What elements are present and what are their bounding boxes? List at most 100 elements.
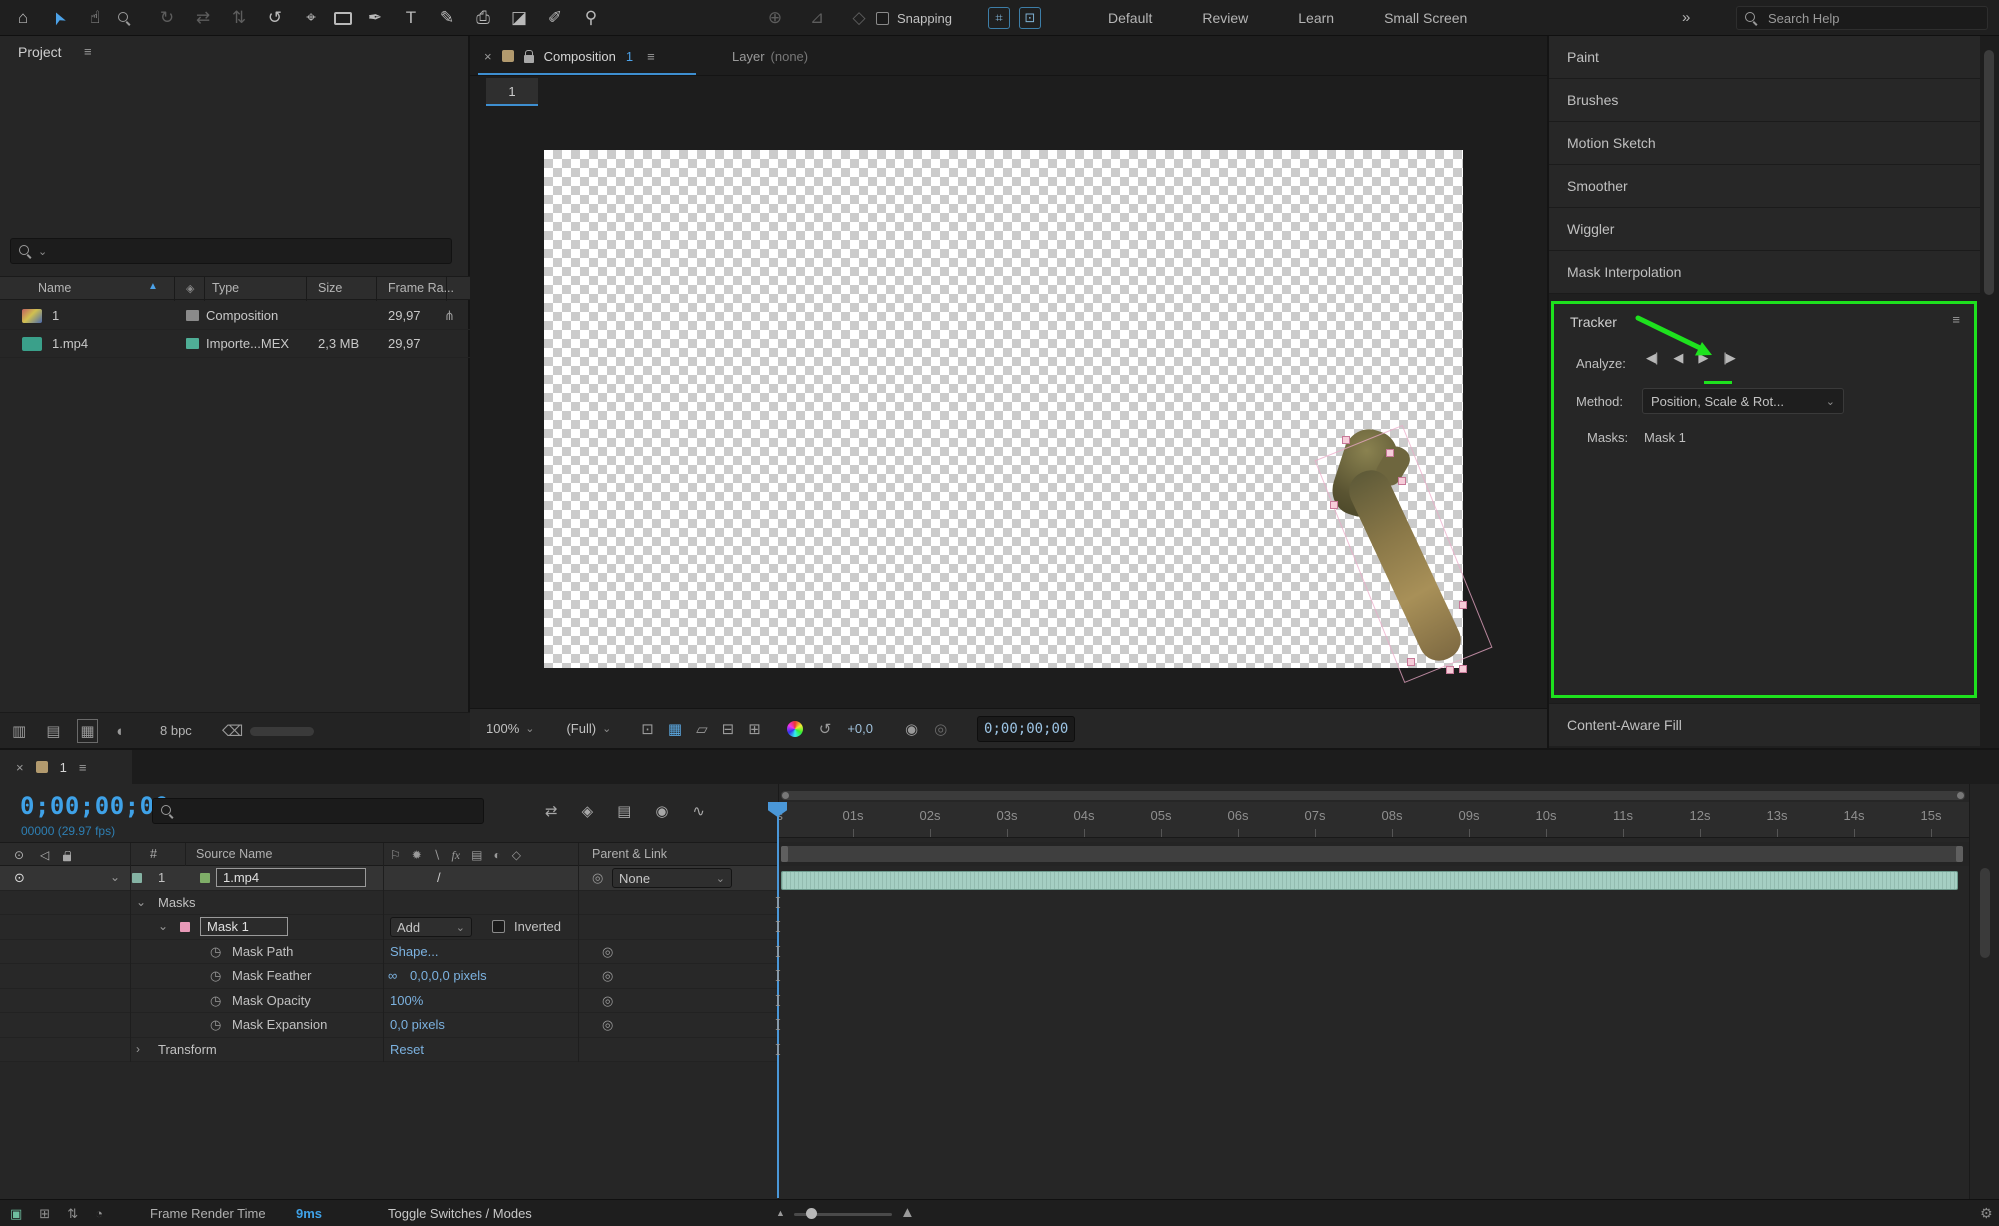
composition-mini-flowchart-icon[interactable]: ⇄ bbox=[545, 802, 558, 820]
mask-vertex-handle[interactable] bbox=[1342, 436, 1350, 444]
masks-group-row[interactable]: ⌄ Masks bbox=[0, 890, 778, 915]
lock-icon[interactable] bbox=[523, 49, 534, 63]
close-icon[interactable]: × bbox=[484, 49, 492, 64]
masks-value[interactable]: Mask 1 bbox=[1644, 430, 1686, 445]
pan-camera-tool-icon[interactable]: ⇄ bbox=[190, 8, 216, 28]
transform-group-row[interactable]: › Transform Reset bbox=[0, 1037, 778, 1062]
group-label[interactable]: Masks bbox=[158, 895, 196, 910]
search-options-caret-icon[interactable]: ⌄ bbox=[38, 245, 47, 258]
panel-item-smoother[interactable]: Smoother bbox=[1549, 165, 1980, 208]
effects-switch-icon[interactable]: fx bbox=[451, 848, 460, 863]
column-type[interactable]: Type bbox=[212, 281, 239, 295]
grid-and-guides-icon[interactable]: ⊡ bbox=[641, 720, 654, 738]
bit-depth-button[interactable]: 8 bpc bbox=[160, 723, 192, 738]
new-folder-icon[interactable]: ▤ bbox=[46, 722, 60, 740]
composition-selector-tab[interactable]: 1 bbox=[486, 78, 538, 106]
layer-color-swatch[interactable] bbox=[132, 873, 142, 883]
rectangle-tool-icon[interactable] bbox=[334, 11, 352, 25]
reset-exposure-icon[interactable]: ↺ bbox=[819, 720, 832, 738]
interpret-footage-icon[interactable]: ▥ bbox=[12, 722, 26, 740]
quality-switch-icon[interactable]: ∖ bbox=[433, 848, 441, 862]
color-depth-icon[interactable]: ◖ bbox=[115, 723, 124, 740]
sort-ascending-icon[interactable]: ▲ bbox=[148, 281, 158, 292]
link-dimensions-icon[interactable]: ∞ bbox=[388, 968, 397, 983]
layer-visibility-eye-icon[interactable]: ⊙ bbox=[14, 870, 25, 886]
time-ruler[interactable]: 0s01s02s03s04s05s06s07s08s09s10s11s12s13… bbox=[779, 802, 1970, 838]
workspace-small-screen[interactable]: Small Screen bbox=[1384, 10, 1467, 26]
panel-item-wiggler[interactable]: Wiggler bbox=[1549, 208, 1980, 251]
eraser-tool-icon[interactable]: ◪ bbox=[506, 8, 532, 28]
workspace-default[interactable]: Default bbox=[1108, 10, 1152, 26]
frame-blending-icon[interactable]: ▤ bbox=[617, 802, 631, 820]
property-pickwhip-icon[interactable]: ◎ bbox=[602, 1017, 613, 1033]
timeline-zoom-handle[interactable] bbox=[806, 1208, 817, 1219]
zoom-in-mountain-icon[interactable]: ▲ bbox=[900, 1204, 915, 1221]
region-of-interest-icon[interactable]: ⊟ bbox=[722, 720, 735, 738]
panel-menu-icon[interactable]: ≡ bbox=[79, 760, 87, 775]
quality-switch[interactable]: / bbox=[437, 870, 441, 885]
motion-blur-icon[interactable]: ◉ bbox=[655, 802, 668, 820]
view-layout-icon[interactable]: ⊞ bbox=[748, 720, 761, 738]
inverted-checkbox[interactable] bbox=[492, 920, 505, 933]
mask-vertex-handle[interactable] bbox=[1398, 477, 1406, 485]
project-search-input[interactable] bbox=[53, 242, 443, 260]
time-navigator-bar[interactable] bbox=[781, 791, 1965, 800]
analyze-backward-button[interactable]: ◀ bbox=[1673, 350, 1683, 366]
panel-item-brushes[interactable]: Brushes bbox=[1549, 79, 1980, 122]
puppet-pin-tool-icon[interactable]: ⚲ bbox=[578, 8, 604, 28]
workspace-overflow-button[interactable]: » bbox=[1682, 9, 1690, 26]
home-tool-icon[interactable]: ⌂ bbox=[10, 8, 36, 28]
project-row-footage[interactable]: 1.mp4 Importe...MEX 2,3 MB 29,97 bbox=[0, 330, 470, 358]
zoom-out-mountain-icon[interactable]: ▲ bbox=[776, 1208, 785, 1218]
group-collapsed-chevron-icon[interactable]: › bbox=[136, 1042, 140, 1056]
three-d-switch-icon[interactable]: ◇ bbox=[512, 848, 521, 862]
stopwatch-icon[interactable]: ◷ bbox=[210, 993, 221, 1009]
expand-in-out-icon[interactable]: ⇅ bbox=[67, 1206, 78, 1222]
property-value[interactable]: 0,0,0,0 pixels bbox=[410, 968, 487, 983]
timeline-search-box[interactable] bbox=[152, 798, 484, 824]
mask-expand-chevron-icon[interactable]: ⌄ bbox=[158, 919, 168, 933]
project-row-composition[interactable]: 1 Composition 29,97 ⋔ bbox=[0, 302, 470, 330]
transparency-grid-icon[interactable]: ▦ bbox=[668, 720, 682, 738]
column-frame-rate[interactable]: Frame Ra... bbox=[388, 281, 454, 295]
property-pickwhip-icon[interactable]: ◎ bbox=[602, 968, 613, 984]
timeline-composition-tab[interactable]: × 1 ≡ bbox=[0, 750, 132, 784]
mask-path-visibility-icon[interactable]: ▱ bbox=[696, 720, 708, 738]
axis-view-icon[interactable]: ◇ bbox=[846, 8, 872, 28]
parent-dropdown[interactable]: None ⌄ bbox=[612, 868, 732, 888]
stopwatch-icon[interactable]: ◷ bbox=[210, 1017, 221, 1033]
layer-expand-chevron-icon[interactable]: ⌄ bbox=[110, 870, 120, 884]
property-pickwhip-icon[interactable]: ◎ bbox=[602, 944, 613, 960]
analyze-1-frame-backward-button[interactable]: ◀| bbox=[1646, 350, 1658, 366]
snapshot-icon[interactable]: ◉ bbox=[905, 720, 918, 738]
mask-vertex-handle[interactable] bbox=[1386, 449, 1394, 457]
mask-name-box[interactable]: Mask 1 bbox=[200, 917, 288, 936]
axis-world-icon[interactable]: ⊿ bbox=[804, 8, 830, 28]
zoom-tool-icon[interactable] bbox=[118, 11, 144, 25]
group-expand-chevron-icon[interactable]: ⌄ bbox=[136, 895, 146, 909]
property-row-mask-expansion[interactable]: ◷ Mask Expansion 0,0 pixels ◎ bbox=[0, 1013, 778, 1038]
show-snapshot-icon[interactable]: ◎ bbox=[934, 720, 947, 738]
tab-label[interactable]: 1 bbox=[60, 760, 67, 775]
panel-item-paint[interactable]: Paint bbox=[1549, 36, 1980, 79]
pen-tool-icon[interactable]: ✒ bbox=[362, 8, 388, 28]
motion-blur-switch-icon[interactable]: ◐ bbox=[493, 848, 500, 862]
pan-behind-tool-icon[interactable]: ⌖ bbox=[298, 8, 324, 28]
property-value[interactable]: 100% bbox=[390, 993, 423, 1008]
work-area-end-handle[interactable] bbox=[1956, 846, 1963, 862]
column-parent-link[interactable]: Parent & Link bbox=[592, 847, 667, 861]
analyze-forward-button[interactable]: ▶ bbox=[1698, 350, 1708, 366]
composition-tab[interactable]: × Composition 1 ≡ bbox=[484, 36, 655, 76]
resolution-dropdown[interactable]: (Full) ⌄ bbox=[566, 721, 611, 736]
used-in-icon[interactable]: ⋔ bbox=[444, 308, 455, 324]
horizontal-scrollbar-thumb[interactable] bbox=[250, 727, 314, 736]
tab-title[interactable]: Composition bbox=[544, 49, 616, 64]
draft-3d-icon[interactable]: ◈ bbox=[582, 802, 594, 820]
group-label[interactable]: Transform bbox=[158, 1042, 217, 1057]
panel-menu-icon[interactable]: ≡ bbox=[1952, 312, 1960, 327]
property-row-mask-path[interactable]: ◷ Mask Path Shape... ◎ bbox=[0, 939, 778, 964]
property-value[interactable]: 0,0 pixels bbox=[390, 1017, 445, 1032]
tab-number[interactable]: 1 bbox=[626, 49, 633, 64]
rotation-tool-icon[interactable]: ↺ bbox=[262, 8, 288, 28]
layer-tab-title[interactable]: Layer bbox=[732, 49, 765, 64]
